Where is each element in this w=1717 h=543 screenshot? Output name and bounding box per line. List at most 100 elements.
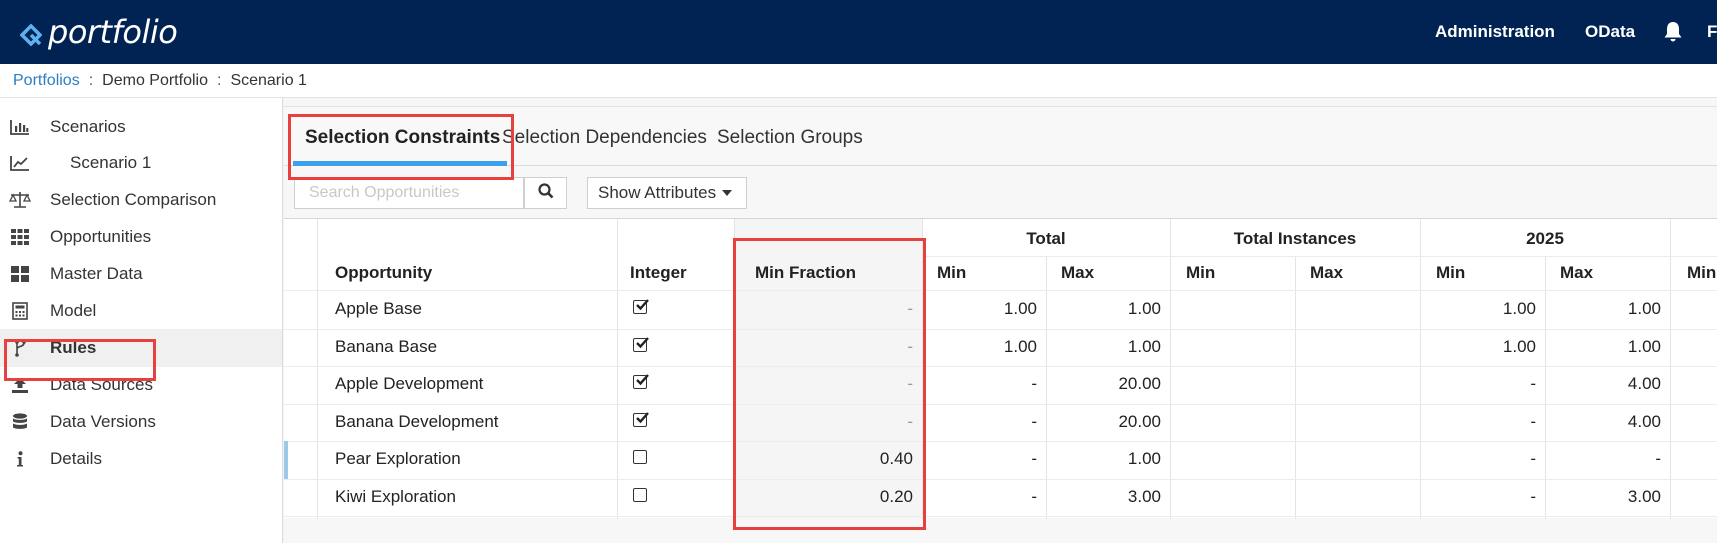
nav-administration[interactable]: Administration xyxy=(1435,22,1555,42)
tab-label: Selection Constraints xyxy=(305,127,501,148)
min-fraction-value[interactable]: - xyxy=(734,374,913,394)
tab-selection-dependencies[interactable]: Selection Dependencies xyxy=(502,107,707,166)
check-icon xyxy=(636,411,649,423)
cell-y-max[interactable]: 4.00 xyxy=(1551,374,1661,394)
group-header-total: Total xyxy=(1026,229,1066,248)
column-header-year-min[interactable]: Min xyxy=(1436,263,1465,283)
cell-total-min[interactable]: - xyxy=(927,412,1037,432)
row-divider xyxy=(284,516,1717,517)
opportunity-name: Pear Exploration xyxy=(335,449,461,468)
cell-total-max[interactable]: 1.00 xyxy=(1051,337,1161,357)
checkbox-checked[interactable] xyxy=(633,411,649,427)
sidebar-item-label: Data Versions xyxy=(50,412,156,431)
breadcrumb-portfolios[interactable]: Portfolios xyxy=(13,72,80,90)
cell-total-min[interactable]: - xyxy=(927,374,1037,394)
row-selection-marker xyxy=(284,441,288,479)
checkbox-checked[interactable] xyxy=(633,299,649,314)
min-fraction-value[interactable]: - xyxy=(734,337,913,357)
check-icon xyxy=(636,374,649,386)
cell-y-min[interactable]: - xyxy=(1426,374,1536,394)
sidebar-item-data-sources[interactable]: Data Sources xyxy=(0,366,282,404)
breadcrumb-separator: : xyxy=(88,71,94,89)
caret-down-icon xyxy=(722,190,733,196)
cell-total-max[interactable]: 20.00 xyxy=(1051,374,1161,394)
logo-mark-icon xyxy=(20,24,42,46)
cell-total-min[interactable]: 1.00 xyxy=(927,337,1037,357)
opportunity-name: Apple Development xyxy=(335,374,484,393)
show-attributes-dropdown[interactable]: Show Attributes xyxy=(587,177,747,209)
sidebar-item-label: Model xyxy=(50,301,97,320)
cell-y-max[interactable]: 1.00 xyxy=(1551,337,1661,357)
cell-total-max[interactable]: 1.00 xyxy=(1051,299,1161,319)
cell-y-max[interactable]: - xyxy=(1551,449,1661,469)
cell-total-min[interactable]: 1.00 xyxy=(927,299,1037,319)
sidebar-item-label: Scenario 1 xyxy=(70,153,152,172)
cell-total-min[interactable]: - xyxy=(927,449,1037,469)
sidebar-item-label: Selection Comparison xyxy=(50,190,217,209)
cell-y-min[interactable]: - xyxy=(1426,449,1536,469)
user-menu[interactable]: F xyxy=(1707,22,1717,42)
search-button[interactable] xyxy=(524,177,567,209)
cell-total-max[interactable]: 3.00 xyxy=(1051,487,1161,507)
column-header-instances-max[interactable]: Max xyxy=(1310,263,1343,283)
active-tab-indicator xyxy=(293,161,507,166)
sidebar-item-rules[interactable]: Rules xyxy=(0,329,282,367)
min-fraction-value[interactable]: - xyxy=(734,412,913,432)
sidebar-item-scenarios[interactable]: Scenarios xyxy=(0,108,282,146)
column-header-min-fraction[interactable]: Min Fraction xyxy=(755,263,856,283)
min-fraction-value[interactable]: 0.40 xyxy=(734,449,913,469)
checkbox-unchecked[interactable] xyxy=(633,450,647,464)
sidebar-item-master-data[interactable]: Master Data xyxy=(0,255,282,293)
checkbox-checked[interactable] xyxy=(633,336,649,352)
column-header-total-max[interactable]: Max xyxy=(1061,263,1094,283)
search-icon xyxy=(537,182,554,204)
nav-odata[interactable]: OData xyxy=(1585,22,1635,42)
cell-y-max[interactable]: 1.00 xyxy=(1551,299,1661,319)
sidebar-item-scenario-1[interactable]: Scenario 1 xyxy=(0,144,282,182)
tab-bar: Selection Constraints Selection Dependen… xyxy=(284,106,1717,166)
info-icon xyxy=(9,448,31,470)
sidebar-item-label: Data Sources xyxy=(50,375,153,394)
column-header-opportunity[interactable]: Opportunity xyxy=(335,263,432,283)
sidebar-item-label: Master Data xyxy=(50,264,143,283)
column-header-integer[interactable]: Integer xyxy=(630,263,687,283)
min-fraction-value[interactable]: 0.20 xyxy=(734,487,913,507)
sidebar-item-data-versions[interactable]: Data Versions xyxy=(0,403,282,441)
check-icon xyxy=(636,299,649,311)
cell-y-min[interactable]: - xyxy=(1426,487,1536,507)
upload-icon xyxy=(9,374,31,396)
checkbox-checked[interactable] xyxy=(633,374,649,389)
sidebar-item-details[interactable]: Details xyxy=(0,440,282,478)
column-header-total-min[interactable]: Min xyxy=(937,263,966,283)
sidebar-item-opportunities[interactable]: Opportunities xyxy=(0,218,282,256)
column-header-instances-min[interactable]: Min xyxy=(1186,263,1215,283)
sidebar-item-selection-comparison[interactable]: Selection Comparison xyxy=(0,181,282,219)
cell-total-min[interactable]: - xyxy=(927,487,1037,507)
opportunity-name: Kiwi Exploration xyxy=(335,486,456,506)
cell-y-max[interactable]: 3.00 xyxy=(1551,487,1661,507)
top-navbar: portfolio Administration OData F xyxy=(0,0,1717,64)
group-header-divider xyxy=(922,256,1717,257)
database-icon xyxy=(9,411,31,433)
column-header-next-min[interactable]: Min xyxy=(1687,263,1716,283)
column-header-year-max[interactable]: Max xyxy=(1560,263,1593,283)
sidebar-item-model[interactable]: Model xyxy=(0,292,282,330)
checkbox-unchecked[interactable] xyxy=(633,487,647,502)
app-logo[interactable]: portfolio xyxy=(20,10,178,54)
search-input[interactable] xyxy=(294,177,524,209)
tab-selection-groups[interactable]: Selection Groups xyxy=(717,107,863,166)
cell-total-max[interactable]: 20.00 xyxy=(1051,412,1161,432)
opportunity-name: Banana Development xyxy=(335,411,499,431)
breadcrumb-portfolio: Demo Portfolio xyxy=(102,71,208,89)
cell-total-max[interactable]: 1.00 xyxy=(1051,449,1161,469)
tab-selection-constraints[interactable]: Selection Constraints xyxy=(305,107,500,166)
cell-y-max[interactable]: 4.00 xyxy=(1551,412,1661,432)
breadcrumb-separator: : xyxy=(216,71,222,89)
show-attributes-label: Show Attributes xyxy=(598,183,717,202)
min-fraction-value[interactable]: - xyxy=(734,299,913,319)
cell-y-min[interactable]: 1.00 xyxy=(1426,337,1536,357)
cell-y-min[interactable]: 1.00 xyxy=(1426,299,1536,319)
constraints-table: Total Total Instances 2025 Opportunity I… xyxy=(284,218,1717,519)
cell-y-min[interactable]: - xyxy=(1426,412,1536,432)
bell-icon[interactable] xyxy=(1661,20,1685,44)
